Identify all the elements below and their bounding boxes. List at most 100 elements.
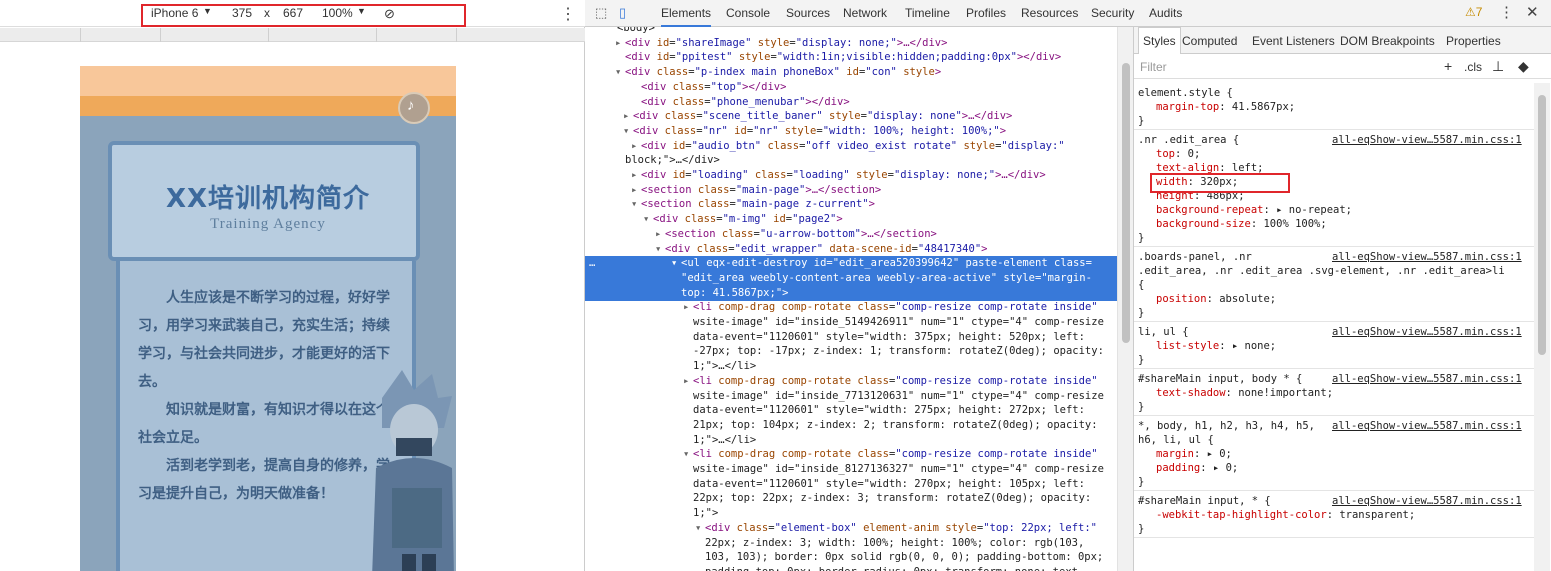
expand-toggle-icon[interactable]: ▾ bbox=[615, 65, 625, 79]
filter-input[interactable]: Filter bbox=[1140, 60, 1167, 74]
css-rule[interactable]: *, body, h1, h2, h3, h4, h5, all-eqShow-v… bbox=[1134, 416, 1534, 491]
rule-selector[interactable]: #shareMain input, body * { bbox=[1138, 372, 1302, 386]
expand-toggle-icon[interactable]: ▾ bbox=[655, 242, 665, 256]
rule-selector[interactable]: *, body, h1, h2, h3, h4, h5, bbox=[1138, 419, 1315, 433]
subtab-properties[interactable]: Properties bbox=[1446, 34, 1501, 48]
expand-toggle-icon[interactable]: ▸ bbox=[683, 374, 693, 388]
tab-audits[interactable]: Audits bbox=[1149, 6, 1182, 20]
expand-toggle-icon[interactable]: ▾ bbox=[671, 256, 681, 270]
dom-node-line[interactable]: ▸ <section class="main-page">…</section> bbox=[585, 183, 1117, 198]
rule-selector[interactable]: #shareMain input, * { bbox=[1138, 494, 1271, 508]
dom-node-line[interactable]: block;">…</div> bbox=[585, 153, 1117, 168]
rule-source-link[interactable]: all-eqShow-view…5587.min.css:1 bbox=[1332, 372, 1522, 386]
dom-node-line[interactable]: ▾ <div class="nr" id="nr" style="width: 1… bbox=[585, 124, 1117, 139]
subtab-dom-breakpoints[interactable]: DOM Breakpoints bbox=[1340, 34, 1435, 48]
expand-toggle-icon[interactable]: ▾ bbox=[643, 212, 653, 226]
dom-tree[interactable]: <body> ▸ <div id="shareImage" style="displ… bbox=[585, 27, 1133, 571]
device-mode-icon[interactable]: ▯ bbox=[619, 5, 626, 21]
add-rule-icon[interactable]: + bbox=[1444, 58, 1452, 74]
dom-node-line[interactable]: ▾ <div class="edit_wrapper" data-scene-id… bbox=[585, 242, 1117, 257]
dom-node-line[interactable]: <div class="phone_menubar"></div> bbox=[585, 95, 1117, 110]
css-property[interactable]: text-shadow: none!important; bbox=[1156, 386, 1333, 400]
kebab-icon[interactable]: ⋮ bbox=[560, 4, 576, 24]
css-property[interactable]: -webkit-tap-highlight-color: transparent… bbox=[1156, 508, 1415, 522]
css-property[interactable]: position: absolute; bbox=[1156, 292, 1276, 306]
dom-node-line[interactable]: 22px; z-index: 3; width: 100%; height: 1… bbox=[585, 536, 1117, 551]
dom-node-line[interactable]: ▸ <li comp-drag comp-rotate class="comp-r… bbox=[585, 374, 1117, 389]
dom-node-line[interactable]: 22px; top: 22px; z-index: 3; transform: … bbox=[585, 491, 1117, 506]
rule-source-link[interactable]: all-eqShow-view…5587.min.css:1 bbox=[1332, 325, 1522, 339]
rule-source-link[interactable]: all-eqShow-view…5587.min.css:1 bbox=[1332, 250, 1522, 264]
expand-toggle-icon[interactable]: ▸ bbox=[623, 109, 633, 123]
subtab-styles[interactable]: Styles bbox=[1138, 27, 1181, 54]
dom-node-line[interactable]: ▸ <div id="loading" class="loading" style… bbox=[585, 168, 1117, 183]
dom-node-line[interactable]: data-event="1120601" style="width: 270px… bbox=[585, 477, 1117, 492]
kebab-icon[interactable]: ⋮ bbox=[1499, 3, 1514, 21]
dom-node-selected[interactable]: "edit_area weebly-content-area weebly-ar… bbox=[585, 270, 1117, 286]
expand-toggle-icon[interactable]: ▸ bbox=[631, 139, 641, 153]
styles-scrollbar[interactable] bbox=[1534, 83, 1550, 571]
close-icon[interactable]: ✕ bbox=[1526, 3, 1539, 21]
expand-toggle-icon[interactable]: ▾ bbox=[695, 521, 705, 535]
dom-node-selected[interactable]: … ▾ <ul eqx-edit-destroy id="edit_area5203… bbox=[585, 256, 1117, 272]
dom-node-line[interactable]: ▾ <div class="element-box" element-anim s… bbox=[585, 521, 1117, 536]
rule-selector[interactable]: .nr .edit_area { bbox=[1138, 133, 1239, 147]
dom-node-line[interactable]: 21px; top: 104px; z-index: 2; transform:… bbox=[585, 418, 1117, 433]
dom-node-selected[interactable]: top: 41.5867px;"> bbox=[585, 285, 1117, 301]
dom-node-line[interactable]: ▾ <div class="p-index main phoneBox" id="… bbox=[585, 65, 1117, 80]
tab-profiles[interactable]: Profiles bbox=[966, 6, 1006, 20]
dom-node-line[interactable]: ▾ <div class="m-img" id="page2"> bbox=[585, 212, 1117, 227]
dom-node-line[interactable]: data-event="1120601" style="width: 275px… bbox=[585, 403, 1117, 418]
color-format-icon[interactable]: ◆ bbox=[1518, 58, 1529, 75]
css-property[interactable]: padding: ▸ 0; bbox=[1156, 461, 1238, 475]
tab-sources[interactable]: Sources bbox=[786, 6, 830, 20]
expand-toggle-icon[interactable]: ▸ bbox=[631, 183, 641, 197]
css-property[interactable]: background-repeat: ▸ no-repeat; bbox=[1156, 203, 1352, 217]
media-query-ruler[interactable] bbox=[0, 28, 585, 42]
pin-icon[interactable]: ⊥ bbox=[1492, 58, 1504, 75]
dom-node-line[interactable]: <div id="ppitest" style="width:1in;visib… bbox=[585, 50, 1117, 65]
dom-node-line[interactable]: padding-top: 0px; border-radius: 0px; tr… bbox=[585, 565, 1117, 571]
dom-node-line[interactable]: wsite-image" id="inside_7713120631" num=… bbox=[585, 389, 1117, 404]
inspect-icon[interactable]: ⬚ bbox=[595, 5, 607, 21]
expand-toggle-icon[interactable]: ▸ bbox=[683, 300, 693, 314]
rule-source-link[interactable]: all-eqShow-view…5587.min.css:1 bbox=[1332, 419, 1522, 433]
dom-node-line[interactable]: data-event="1120601" style="width: 375px… bbox=[585, 330, 1117, 345]
cls-toggle[interactable]: .cls bbox=[1464, 60, 1482, 74]
dom-node-line[interactable]: <body> bbox=[585, 27, 1117, 36]
warning-count-badge[interactable]: ⚠7 bbox=[1465, 5, 1482, 19]
expand-toggle-icon[interactable]: ▾ bbox=[631, 197, 641, 211]
dom-node-line[interactable]: wsite-image" id="inside_5149426911" num=… bbox=[585, 315, 1117, 330]
dom-node-line[interactable]: ▸ <div id="audio_btn" class="off video_ex… bbox=[585, 139, 1117, 154]
expand-toggle-icon[interactable]: ▾ bbox=[683, 447, 693, 461]
music-note-icon[interactable]: ♪ bbox=[398, 92, 430, 124]
css-rule[interactable]: #shareMain input, body * { all-eqShow-vie… bbox=[1134, 369, 1534, 416]
dom-node-line[interactable]: ▸ <div class="scene_title_baner" style="d… bbox=[585, 109, 1117, 124]
dom-node-line[interactable]: -27px; top: -17px; z-index: 1; transform… bbox=[585, 344, 1117, 359]
css-rule[interactable]: li, ul { all-eqShow-view…5587.min.css:1 li… bbox=[1134, 322, 1534, 369]
rule-source-link[interactable]: all-eqShow-view…5587.min.css:1 bbox=[1332, 494, 1522, 508]
css-rule[interactable]: #shareMain input, * { all-eqShow-view…558… bbox=[1134, 491, 1534, 538]
css-property[interactable]: background-size: 100% 100%; bbox=[1156, 217, 1327, 231]
css-property[interactable]: top: 0; bbox=[1156, 147, 1200, 161]
dom-node-line[interactable]: ▾ <section class="main-page z-current"> bbox=[585, 197, 1117, 212]
css-property[interactable]: list-style: ▸ none; bbox=[1156, 339, 1276, 353]
dom-node-line[interactable]: ▾ <li comp-drag comp-rotate class="comp-r… bbox=[585, 447, 1117, 462]
subtab-event-listeners[interactable]: Event Listeners bbox=[1252, 34, 1335, 48]
dom-node-line[interactable]: 1;">…</li> bbox=[585, 359, 1117, 374]
dom-node-line[interactable]: 1;">…</li> bbox=[585, 433, 1117, 448]
css-rule[interactable]: .boards-panel, .nr all-eqShow-view…5587.m… bbox=[1134, 247, 1534, 322]
dom-node-line[interactable]: <div class="top"></div> bbox=[585, 80, 1117, 95]
tab-console[interactable]: Console bbox=[726, 6, 770, 20]
tab-security[interactable]: Security bbox=[1091, 6, 1134, 20]
dom-tree-scrollbar[interactable] bbox=[1117, 27, 1133, 571]
tab-resources[interactable]: Resources bbox=[1021, 6, 1078, 20]
rule-selector[interactable]: li, ul { bbox=[1138, 325, 1189, 339]
css-rule[interactable]: element.style {margin-top: 41.5867px;} bbox=[1134, 83, 1534, 130]
css-property[interactable]: margin: ▸ 0; bbox=[1156, 447, 1232, 461]
rule-source-link[interactable]: all-eqShow-view…5587.min.css:1 bbox=[1332, 133, 1522, 147]
subtab-computed[interactable]: Computed bbox=[1182, 34, 1237, 48]
expand-toggle-icon[interactable]: ▸ bbox=[631, 168, 641, 182]
dom-node-line[interactable]: 103, 103); border: 0px solid rgb(0, 0, 0… bbox=[585, 550, 1117, 565]
dom-node-line[interactable]: ▸ <section class="u-arrow-bottom">…</sect… bbox=[585, 227, 1117, 242]
